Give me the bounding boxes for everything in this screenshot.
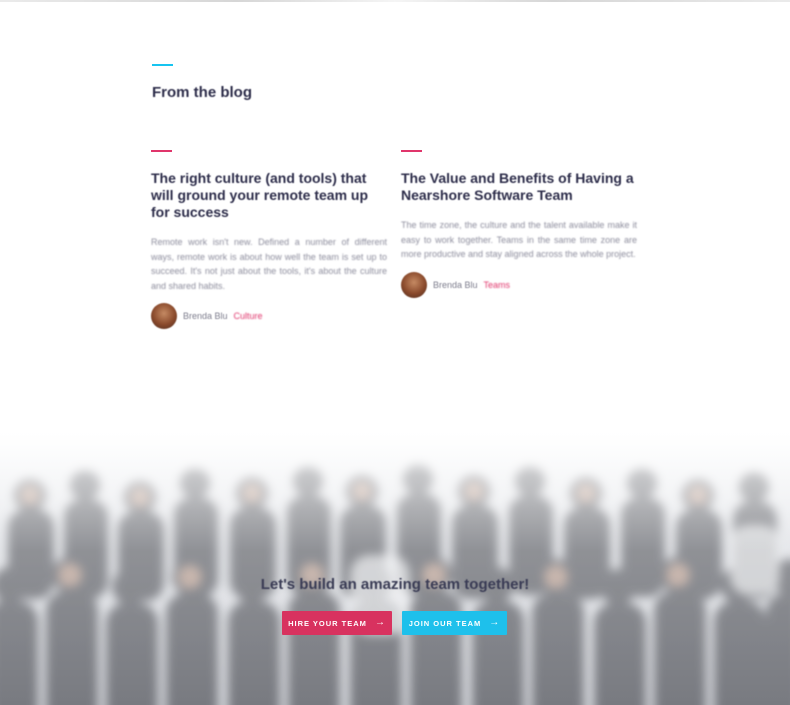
- cta-headline: Let's build an amazing team together!: [260, 576, 530, 593]
- hire-button-label: HIRE YOUR TEAM: [288, 618, 367, 628]
- join-our-team-button[interactable]: JOIN OUR TEAM →: [402, 611, 507, 635]
- post-author: Brenda Blu: [183, 311, 228, 321]
- author-avatar: [151, 303, 177, 329]
- join-button-label: JOIN OUR TEAM: [408, 618, 482, 628]
- post-category-link[interactable]: Teams: [484, 280, 511, 290]
- post-accent-line: [401, 150, 422, 152]
- hire-your-team-button[interactable]: HIRE YOUR TEAM →: [282, 611, 392, 635]
- blog-post-card[interactable]: The right culture (and tools) that will …: [151, 150, 387, 329]
- post-title-link[interactable]: The Value and Benefits of Having a Nears…: [401, 170, 637, 204]
- top-image-strip: [0, 0, 790, 2]
- section-accent-line: [152, 64, 173, 66]
- post-author: Brenda Blu: [433, 279, 478, 290]
- post-excerpt: Remote work isn't new. Defined a number …: [151, 237, 387, 291]
- post-category-link[interactable]: Culture: [234, 311, 263, 321]
- post-title-link[interactable]: The right culture (and tools) that will …: [151, 170, 387, 221]
- arrow-right-icon: →: [374, 617, 386, 628]
- blog-post-card[interactable]: The Value and Benefits of Having a Nears…: [401, 150, 637, 298]
- post-meta: Brenda Blu Culture: [151, 303, 387, 329]
- team-photo-banner: [0, 425, 790, 705]
- blog-section-title: From the blog: [152, 84, 252, 101]
- arrow-right-icon: →: [489, 617, 501, 628]
- post-excerpt: The time zone, the culture and the talen…: [401, 220, 637, 259]
- banner-fade-overlay: [0, 425, 790, 705]
- author-avatar: [401, 271, 427, 298]
- post-accent-line: [151, 150, 172, 152]
- post-meta: Brenda Blu Teams: [401, 271, 637, 298]
